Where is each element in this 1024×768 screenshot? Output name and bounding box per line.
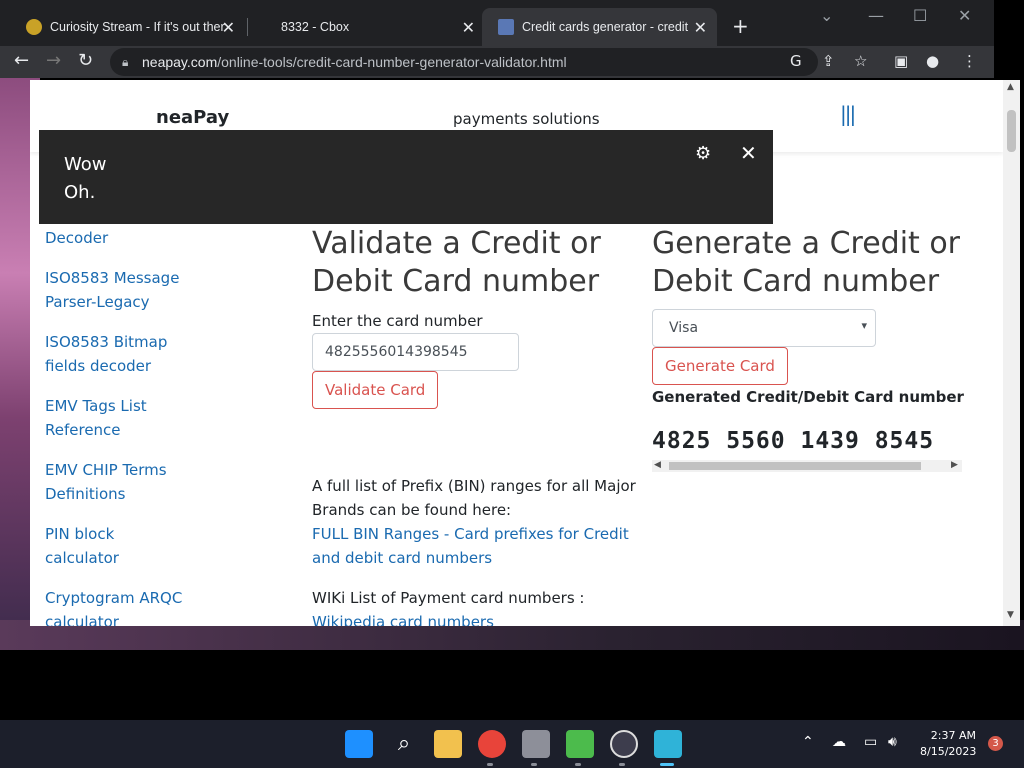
sidebar-item-bitmap-decoder[interactable]: ISO8583 Bitmap fields decoder: [45, 330, 175, 378]
sidebar-item-iso8583-parser[interactable]: ISO8583 Message Parser-Legacy: [45, 266, 185, 314]
file-explorer-icon[interactable]: [434, 730, 462, 758]
bin-ranges-link-2[interactable]: and debit card numbers: [312, 546, 492, 570]
clock-date: 8/15/2023: [920, 745, 977, 758]
card-number-label: Enter the card number: [312, 312, 483, 330]
browser-window: neaPay payments solutions ||| Decoder IS…: [30, 0, 1020, 626]
running-indicator: [575, 763, 581, 766]
running-indicator: [531, 763, 537, 766]
clock-time: 2:37 AM: [930, 729, 976, 742]
validate-heading-line2: Debit Card number: [312, 264, 600, 299]
chevron-down-icon: ▾: [861, 319, 867, 332]
caption-line-2: Oh.: [64, 182, 96, 203]
site-logo[interactable]: neaPay: [156, 107, 229, 128]
media-player-icon[interactable]: [610, 730, 638, 758]
notification-badge[interactable]: 3: [988, 736, 1003, 751]
scroll-down-icon[interactable]: ▼: [1007, 610, 1014, 620]
generated-number-title: Generated Credit/Debit Card number: [652, 388, 964, 406]
sidebar-item-arqc[interactable]: Cryptogram ARQC calculator: [45, 586, 185, 626]
page-scrollbar[interactable]: ▲ ▼: [1003, 80, 1020, 626]
bin-text-1: A full list of Prefix (BIN) ranges for a…: [312, 477, 636, 495]
chrome-icon[interactable]: [478, 730, 506, 758]
gem-app-icon[interactable]: [566, 730, 594, 758]
volume-icon[interactable]: 🔊︎: [888, 734, 897, 750]
close-icon[interactable]: ✕: [740, 141, 757, 165]
scroll-right-icon[interactable]: ▶: [951, 460, 958, 470]
site-tagline: payments solutions: [453, 110, 600, 128]
scroll-left-icon[interactable]: ◀: [654, 460, 661, 470]
scroll-thumb[interactable]: [1007, 110, 1016, 152]
search-icon[interactable]: ⌕: [390, 730, 418, 758]
windows-start-icon[interactable]: [345, 730, 373, 758]
sidebar-item-decoder[interactable]: Decoder: [45, 226, 225, 250]
wiki-text: WIKi List of Payment card numbers :: [312, 589, 585, 607]
horizontal-scrollbar[interactable]: ◀ ▶: [652, 460, 962, 472]
generate-card-button[interactable]: Generate Card: [652, 347, 788, 385]
wikipedia-link[interactable]: Wikipedia card numbers: [312, 610, 494, 626]
scroll-thumb[interactable]: [669, 462, 921, 470]
running-indicator: [487, 763, 493, 766]
generate-heading-line2: Debit Card number: [652, 264, 940, 299]
hamburger-menu-icon[interactable]: |||: [840, 102, 856, 126]
active-indicator: [660, 763, 674, 766]
card-brand-select[interactable]: Visa ▾: [652, 309, 876, 347]
card-brand-value: Visa: [669, 320, 699, 336]
sidebar-item-emv-tags[interactable]: EMV Tags List Reference: [45, 394, 155, 442]
chevron-up-icon[interactable]: ⌃: [802, 734, 814, 750]
taskbar: ⌕ ⌃ ☁ ▭ 🔊︎ 2:37 AM 8/15/2023 3: [0, 720, 1024, 768]
generated-card-number: 4825 5560 1439 8545: [652, 428, 935, 454]
gear-icon[interactable]: ⚙: [695, 143, 711, 164]
cloud-icon[interactable]: ☁: [832, 734, 846, 750]
clock[interactable]: 2:37 AM 8/15/2023: [920, 728, 976, 760]
caption-line-1: Wow: [64, 154, 107, 175]
screen-app-icon[interactable]: [654, 730, 682, 758]
validate-card-button[interactable]: Validate Card: [312, 371, 439, 409]
bin-text-2: Brands can be found here:: [312, 501, 512, 519]
sidebar-item-pin-block[interactable]: PIN block calculator: [45, 522, 135, 570]
running-indicator: [619, 763, 625, 766]
scroll-up-icon[interactable]: ▲: [1007, 82, 1014, 92]
bin-ranges-link-1[interactable]: FULL BIN Ranges - Card prefixes for Cred…: [312, 522, 629, 546]
validate-heading-line1: Validate a Credit or: [312, 226, 601, 261]
generate-heading-line1: Generate a Credit or: [652, 226, 961, 261]
sidebar-item-emv-terms[interactable]: EMV CHIP Terms Definitions: [45, 458, 175, 506]
card-number-input[interactable]: [312, 333, 519, 371]
caption-overlay: Wow Oh. ⚙ ✕: [39, 130, 773, 224]
network-icon[interactable]: ▭: [864, 734, 877, 750]
pen-app-icon[interactable]: [522, 730, 550, 758]
back-arrow-icon[interactable]: ←: [14, 50, 29, 71]
